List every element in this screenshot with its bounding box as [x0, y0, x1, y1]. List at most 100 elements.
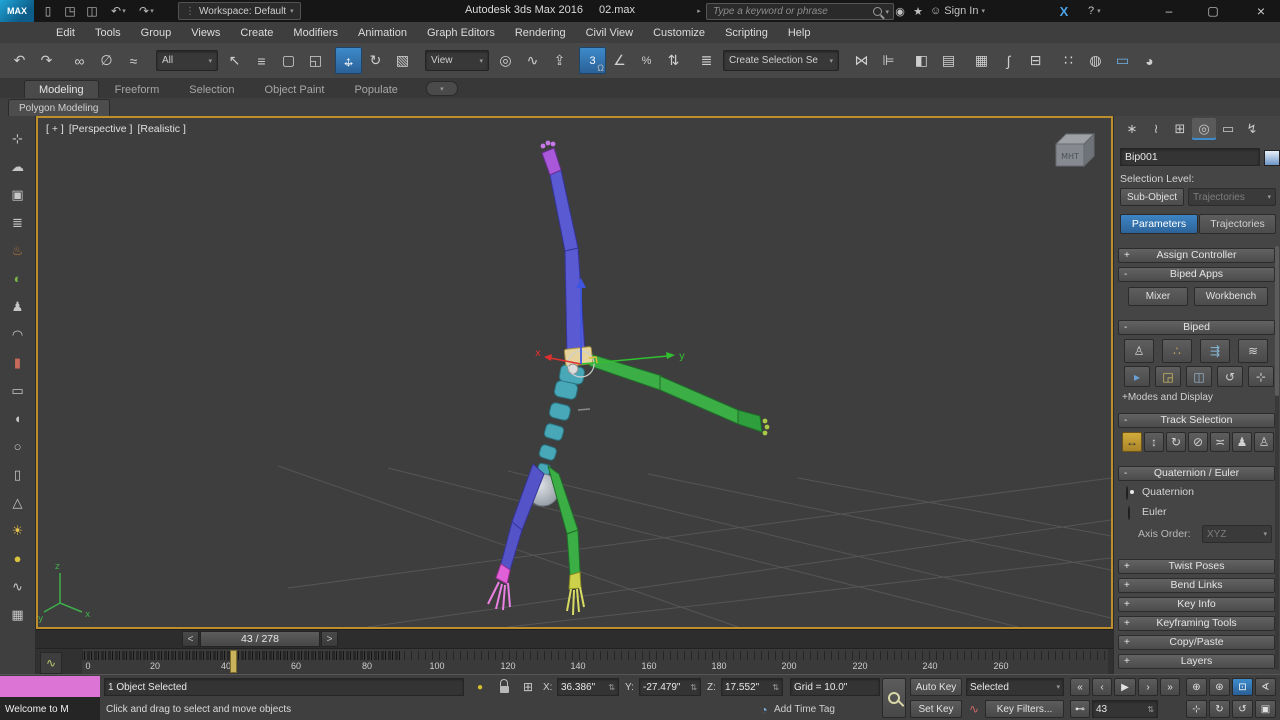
- object-name-input[interactable]: [1121, 149, 1259, 165]
- mirror-button[interactable]: ⋈: [848, 47, 875, 74]
- rollout-biped[interactable]: - Biped: [1118, 320, 1275, 335]
- figure-icon[interactable]: ♟: [5, 296, 31, 317]
- schematic-view-button[interactable]: ⊟: [1022, 47, 1049, 74]
- body-rotation-button[interactable]: ↻: [1166, 432, 1186, 452]
- spinner-icon[interactable]: ⇅: [772, 683, 779, 692]
- load-file-button[interactable]: ◲: [1155, 366, 1181, 387]
- search-input[interactable]: [711, 5, 871, 18]
- select-object-button[interactable]: ↖: [221, 47, 248, 74]
- cloud-icon[interactable]: ☁: [5, 156, 31, 177]
- trajectories-tab[interactable]: Trajectories: [1199, 214, 1276, 234]
- favorites-icon[interactable]: ★: [910, 2, 926, 20]
- menu-item[interactable]: Rendering: [505, 22, 576, 43]
- key-mode-toggle[interactable]: ⊷: [1070, 700, 1090, 718]
- roll-view-button[interactable]: ↺: [1232, 700, 1253, 718]
- z-coordinate-input[interactable]: [725, 681, 773, 693]
- window-crossing-toggle[interactable]: ◱: [302, 47, 329, 74]
- selection-region-button[interactable]: ▢: [275, 47, 302, 74]
- menu-item[interactable]: Customize: [643, 22, 715, 43]
- mixer-button[interactable]: Mixer: [1128, 287, 1188, 306]
- menu-item[interactable]: Civil View: [576, 22, 643, 43]
- maxscript-mini-listener[interactable]: Welcome to M: [0, 697, 100, 720]
- set-key-button[interactable]: Set Key: [910, 700, 962, 718]
- x-coordinate-field[interactable]: ⇅: [557, 678, 619, 696]
- viewport-menu-shading[interactable]: [Realistic ]: [137, 123, 185, 135]
- tab-hierarchy[interactable]: ⊞: [1168, 118, 1192, 140]
- ribbon-tab-selection[interactable]: Selection: [175, 81, 248, 98]
- spinner-snap-toggle[interactable]: ⇅: [660, 47, 687, 74]
- auto-key-button[interactable]: Auto Key: [910, 678, 962, 696]
- absolute-offset-mode-toggle[interactable]: ⊞: [518, 678, 538, 696]
- go-to-end-button[interactable]: »: [1160, 678, 1180, 696]
- maximize-button[interactable]: ▢: [1196, 0, 1230, 22]
- menu-item[interactable]: Views: [181, 22, 230, 43]
- previous-frame-button[interactable]: <: [182, 631, 199, 647]
- body-vertical-button[interactable]: ↕: [1144, 432, 1164, 452]
- isolate-selection-toggle[interactable]: ●: [470, 678, 490, 696]
- spinner-icon[interactable]: ⇅: [1147, 705, 1154, 714]
- save-file-button[interactable]: ◫: [82, 2, 102, 20]
- snaps-toggle-3d[interactable]: 3 Ω: [579, 47, 606, 74]
- orbit-button[interactable]: ↻: [1209, 700, 1230, 718]
- sun-icon[interactable]: ☀: [5, 520, 31, 541]
- biped-character[interactable]: [487, 140, 770, 616]
- menu-item[interactable]: Animation: [348, 22, 417, 43]
- close-button[interactable]: ×: [1244, 0, 1278, 22]
- menu-item[interactable]: Group: [131, 22, 182, 43]
- rollout-assign-controller[interactable]: + Assign Controller: [1118, 248, 1275, 263]
- track-bar[interactable]: ∿ 0 20 40 60 80 100 120 140 160 180 200 …: [36, 648, 1113, 675]
- communication-center-icon[interactable]: ◉: [892, 2, 908, 20]
- edit-named-selection-sets-button[interactable]: ≣: [693, 47, 720, 74]
- select-symmetrical-button[interactable]: ♟: [1232, 432, 1252, 452]
- rollout-twist-poses[interactable]: + Twist Poses: [1118, 559, 1275, 574]
- search-icon[interactable]: [873, 7, 883, 16]
- spinner-icon[interactable]: ⇅: [690, 683, 697, 692]
- capsule-icon[interactable]: ◖: [5, 408, 31, 429]
- z-coordinate-field[interactable]: ⇅: [721, 678, 783, 696]
- pan-view-button[interactable]: ⊹: [1186, 700, 1207, 718]
- viewport-menu-pov[interactable]: [Perspective ]: [69, 123, 133, 135]
- mixer-mode-button[interactable]: ≋: [1238, 339, 1268, 363]
- workbench-button[interactable]: Workbench: [1194, 287, 1268, 306]
- menu-item[interactable]: Tools: [85, 22, 131, 43]
- object-color-swatch[interactable]: [1264, 150, 1280, 166]
- time-slider[interactable]: < 43 / 278 >: [36, 629, 1113, 649]
- render-setup-button[interactable]: ◍: [1082, 47, 1109, 74]
- select-and-move-button[interactable]: ↔ ↕: [335, 47, 362, 74]
- view-cube[interactable]: MHT: [1054, 132, 1096, 168]
- default-in-out-tangents-icon[interactable]: ∿: [966, 700, 982, 718]
- select-and-manipulate-button[interactable]: ∿: [519, 47, 546, 74]
- toggle-scene-explorer-button[interactable]: ◧: [908, 47, 935, 74]
- menu-item[interactable]: Help: [778, 22, 821, 43]
- viewport-canvas[interactable]: z x y x y MHT: [38, 118, 1111, 627]
- toggle-layer-explorer-button[interactable]: ▤: [935, 47, 962, 74]
- rollout-key-info[interactable]: + Key Info: [1118, 597, 1275, 612]
- modes-and-display-expander[interactable]: +Modes and Display: [1122, 392, 1213, 403]
- spinner-icon[interactable]: ⇅: [608, 683, 615, 692]
- workspace-dropdown[interactable]: ⋮ Workspace: Default ▾: [178, 2, 301, 20]
- x-coordinate-input[interactable]: [561, 681, 609, 693]
- current-frame-input[interactable]: [1096, 703, 1148, 715]
- sphere-shaded-icon[interactable]: ◐: [5, 268, 31, 289]
- frame-ruler[interactable]: 0 20 40 60 80 100 120 140 160 180 200 22…: [82, 649, 1108, 675]
- ribbon-tab-object-paint[interactable]: Object Paint: [251, 81, 339, 98]
- quaternion-radio[interactable]: [1126, 486, 1128, 500]
- select-and-rotate-button[interactable]: ↻: [362, 47, 389, 74]
- next-frame-button[interactable]: ›: [1138, 678, 1158, 696]
- undo-dropdown-caret[interactable]: ▾: [120, 2, 128, 20]
- minimize-button[interactable]: –: [1152, 0, 1186, 22]
- panel-polygon-modeling[interactable]: Polygon Modeling: [8, 99, 110, 117]
- selection-filter-dropdown[interactable]: All ▾: [156, 50, 218, 71]
- footstep-mode-button[interactable]: ∴: [1162, 339, 1192, 363]
- toggle-ribbon-button[interactable]: ▦: [968, 47, 995, 74]
- new-file-button[interactable]: ▯: [38, 2, 58, 20]
- zoom-button[interactable]: ⊕: [1186, 678, 1207, 696]
- select-by-name-button[interactable]: ≡: [248, 47, 275, 74]
- menu-item[interactable]: Graph Editors: [417, 22, 505, 43]
- select-and-scale-button[interactable]: ▧: [389, 47, 416, 74]
- save-biped-file-button[interactable]: ◫: [1186, 366, 1212, 387]
- tab-create[interactable]: ∗: [1120, 118, 1144, 140]
- help-menu[interactable]: ? ▾: [1088, 2, 1101, 20]
- field-of-view-button[interactable]: ∢: [1255, 678, 1276, 696]
- zoom-all-button[interactable]: ⊛: [1209, 678, 1230, 696]
